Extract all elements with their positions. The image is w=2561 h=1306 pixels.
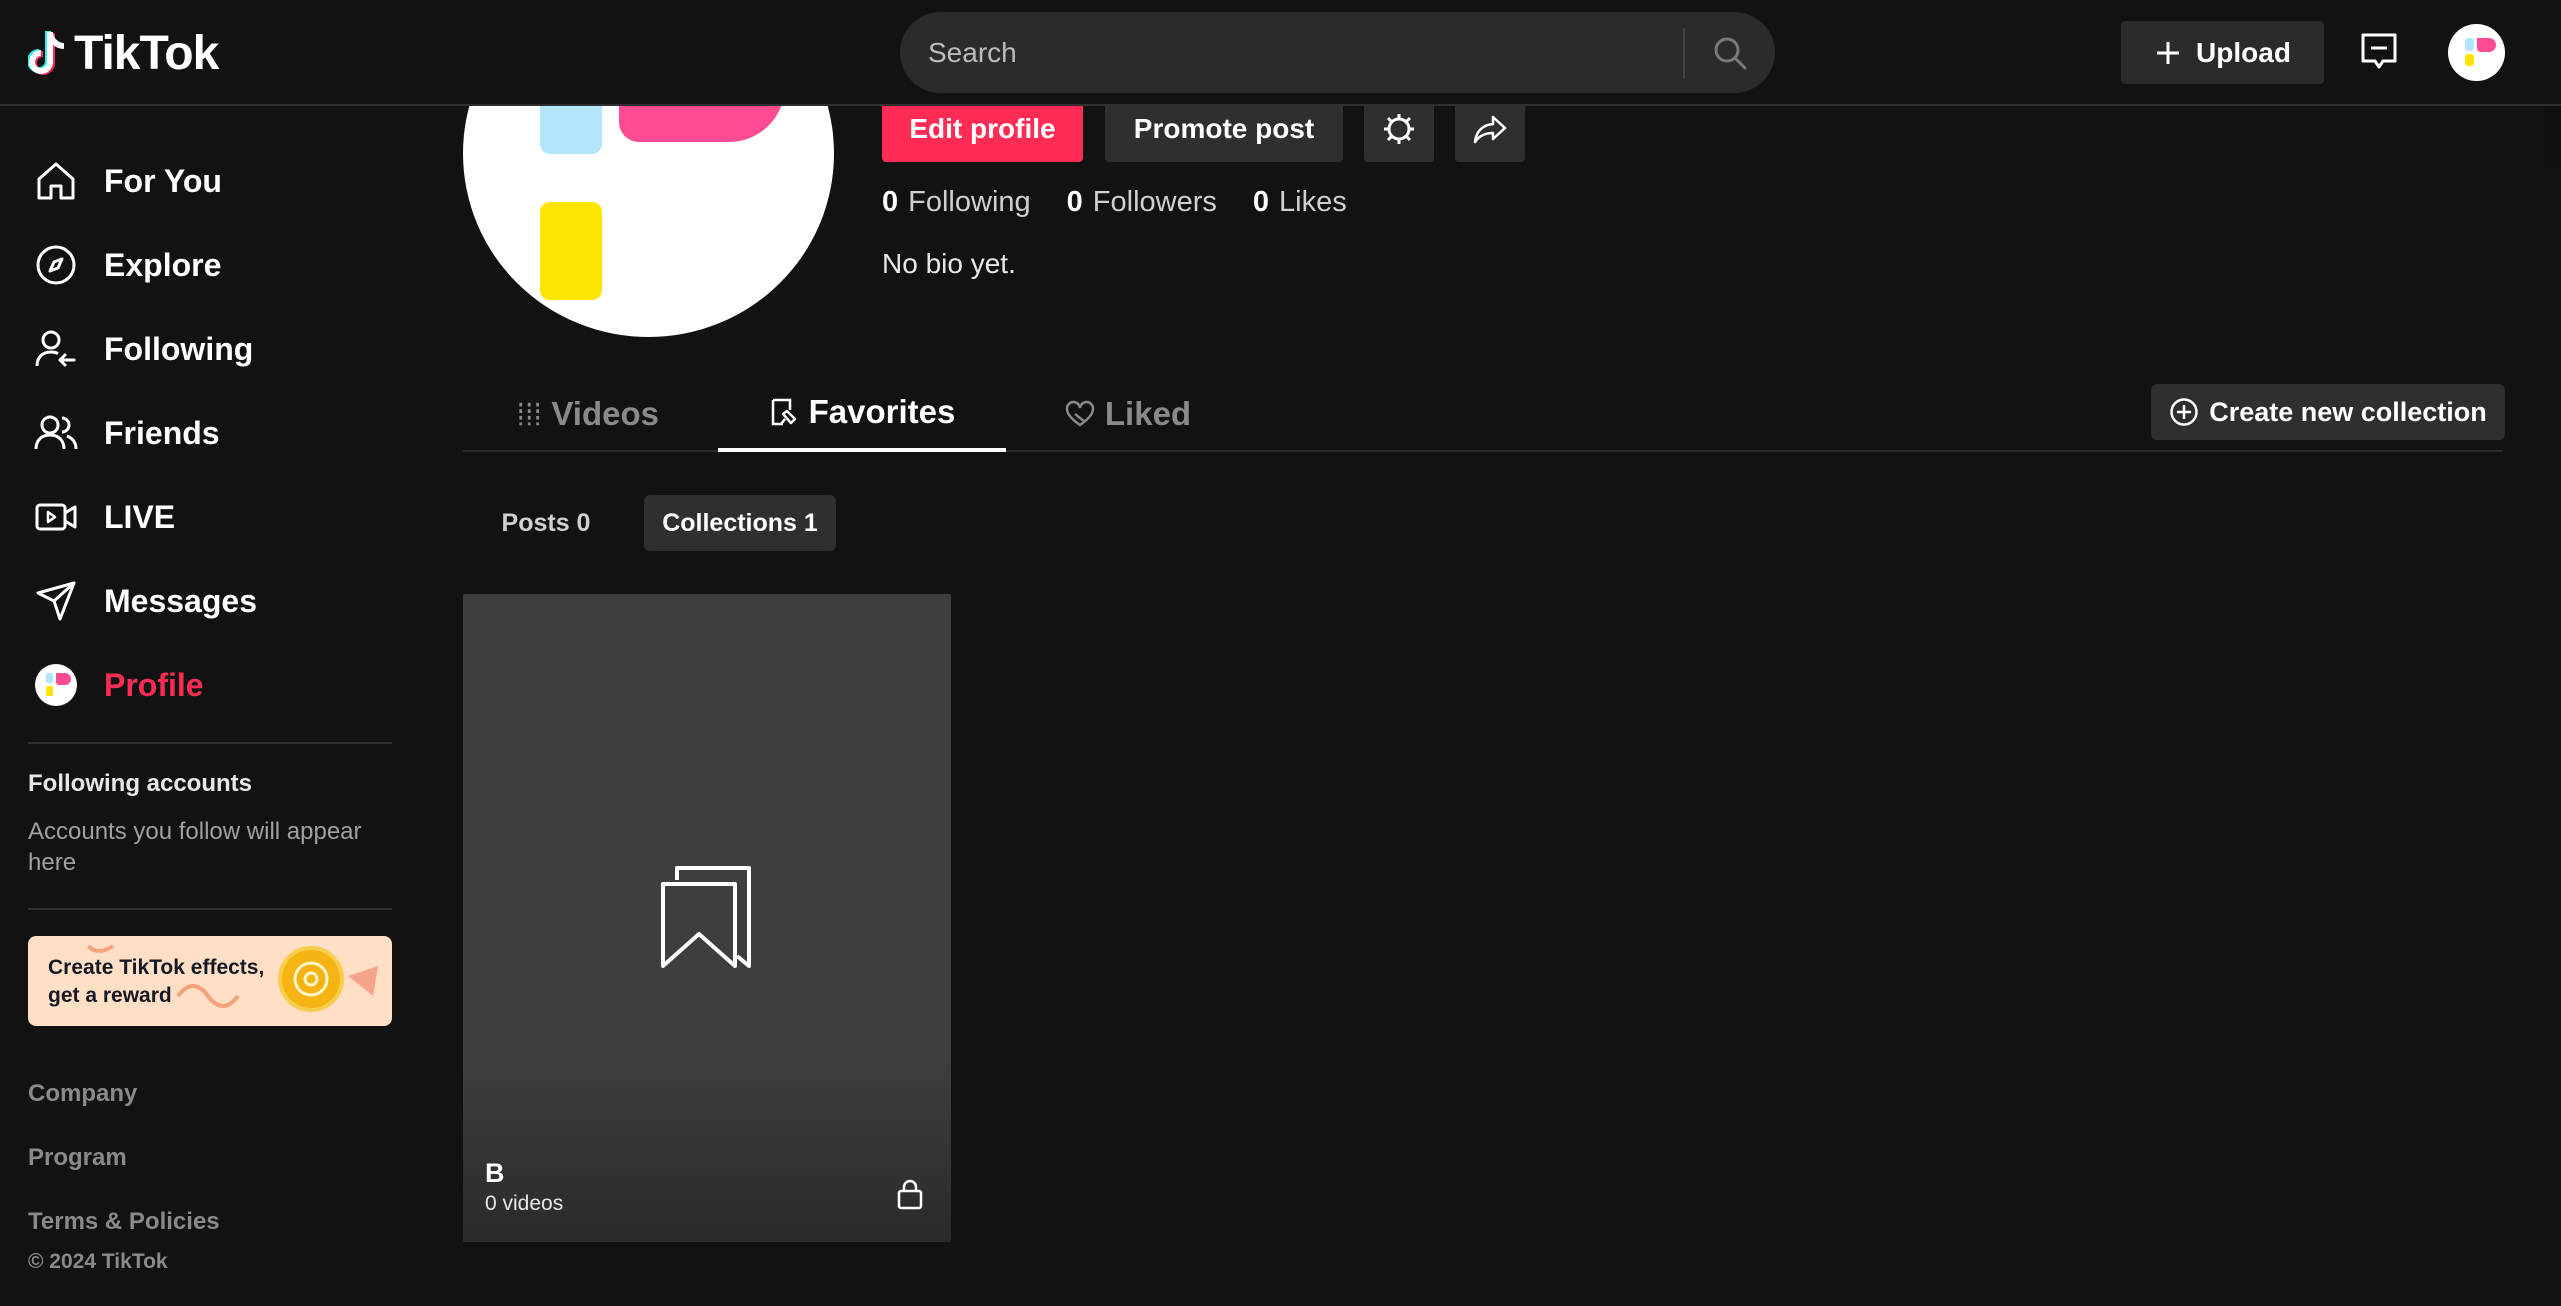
compass-icon xyxy=(28,237,84,293)
following-icon xyxy=(28,321,84,377)
favorites-icon xyxy=(771,398,796,426)
collection-title: B xyxy=(485,1158,505,1188)
inbox-button[interactable] xyxy=(2357,30,2401,74)
home-icon xyxy=(28,153,84,209)
following-accounts-title: Following accounts xyxy=(28,770,253,797)
sidebar: For You Explore Following Friends LIVE M… xyxy=(0,106,420,1306)
tab-favorites[interactable]: Favorites xyxy=(718,376,1006,452)
footer-link-program[interactable]: Program xyxy=(28,1144,127,1172)
profile-bio: No bio yet. xyxy=(882,248,1016,279)
tab-label: Favorites xyxy=(808,393,956,430)
footer-link-terms[interactable]: Terms & Policies xyxy=(28,1208,220,1236)
effects-promo-banner[interactable]: Create TikTok effects, get a reward xyxy=(28,936,392,1026)
promo-line-1: Create TikTok effects, xyxy=(48,956,265,979)
nav-label: Messages xyxy=(104,582,257,619)
stat-value: 0 xyxy=(1252,186,1270,218)
logo-text: TikTok xyxy=(74,27,219,80)
send-icon xyxy=(28,573,84,629)
stat-value: 0 xyxy=(1066,186,1083,218)
stat-label: Followers xyxy=(1092,186,1217,218)
stat-following[interactable]: 0 Following xyxy=(882,186,1031,219)
create-collection-button[interactable]: Create new collection xyxy=(2151,384,2505,440)
create-collection-label: Create new collection xyxy=(2209,396,2487,427)
promo-text: Create TikTok effects, get a reward xyxy=(48,954,264,1010)
nav-label: Profile xyxy=(104,666,204,703)
promo-line-2: get a reward xyxy=(48,984,172,1007)
tab-liked[interactable]: Liked xyxy=(1063,376,1193,452)
nav-live[interactable]: LIVE xyxy=(28,482,388,552)
nav-label: Following xyxy=(104,330,254,367)
nav-profile[interactable]: Profile xyxy=(28,650,388,720)
profile-avatar-icon xyxy=(28,657,84,713)
copyright: © 2024 TikTok xyxy=(28,1250,168,1273)
plus-circle-icon xyxy=(2170,398,2198,426)
tab-videos[interactable]: Videos xyxy=(517,376,659,452)
stat-label: Likes xyxy=(1279,186,1347,218)
stat-label: Following xyxy=(908,186,1031,218)
collection-card[interactable]: B 0 videos xyxy=(463,594,951,1242)
avatar-image xyxy=(2465,38,2496,66)
nav-label: Friends xyxy=(104,414,220,451)
sidebar-divider xyxy=(28,742,392,744)
friends-icon xyxy=(28,405,84,461)
stat-likes: 0 Likes xyxy=(1253,186,1347,219)
grid-icon xyxy=(519,402,540,426)
stat-value: 0 xyxy=(882,186,899,218)
upload-button[interactable]: Upload xyxy=(2121,21,2324,84)
nav-messages[interactable]: Messages xyxy=(28,566,388,636)
nav-label: LIVE xyxy=(104,498,176,535)
tab-label: Liked xyxy=(1104,395,1192,432)
app-root: TikTok Upload xyxy=(0,0,2561,1306)
gear-icon xyxy=(1384,114,1414,144)
tiktok-logo[interactable]: TikTok xyxy=(28,26,219,81)
nav-label: Explore xyxy=(104,246,222,283)
share-icon xyxy=(1473,115,1507,144)
nav-friends[interactable]: Friends xyxy=(28,398,388,468)
collection-video-count: 0 videos xyxy=(485,1192,564,1215)
search-input[interactable] xyxy=(900,12,1683,93)
bookmark-stack-icon xyxy=(661,866,751,968)
nav-following[interactable]: Following xyxy=(28,314,388,384)
subtab-collections[interactable]: Collections 1 xyxy=(644,495,836,551)
lock-icon xyxy=(897,1179,923,1210)
subtab-posts[interactable]: Posts 0 xyxy=(484,495,608,551)
user-avatar[interactable] xyxy=(2448,24,2505,81)
heart-hidden-icon xyxy=(1065,400,1095,427)
upload-label: Upload xyxy=(2196,36,2291,68)
top-bar: TikTok Upload xyxy=(0,0,2561,106)
reward-coin-icon xyxy=(278,946,344,1012)
nav-label: For You xyxy=(104,162,222,199)
search-icon xyxy=(1714,37,1747,69)
plus-icon xyxy=(2157,41,2180,64)
tab-label: Videos xyxy=(551,395,659,432)
live-icon xyxy=(28,489,84,545)
footer-link-company[interactable]: Company xyxy=(28,1080,137,1108)
nav-explore[interactable]: Explore xyxy=(28,230,388,300)
search-bar xyxy=(900,12,1775,93)
profile-stats: 0 Following 0 Followers 0 Likes xyxy=(882,186,1347,219)
nav-for-you[interactable]: For You xyxy=(28,146,388,216)
tiktok-note-icon xyxy=(28,30,65,75)
sidebar-divider xyxy=(28,908,392,910)
following-accounts-desc: Accounts you follow will appear here xyxy=(28,818,362,876)
inbox-icon xyxy=(2361,33,2397,69)
search-button[interactable] xyxy=(1685,12,1775,93)
stat-followers[interactable]: 0 Followers xyxy=(1067,186,1217,219)
